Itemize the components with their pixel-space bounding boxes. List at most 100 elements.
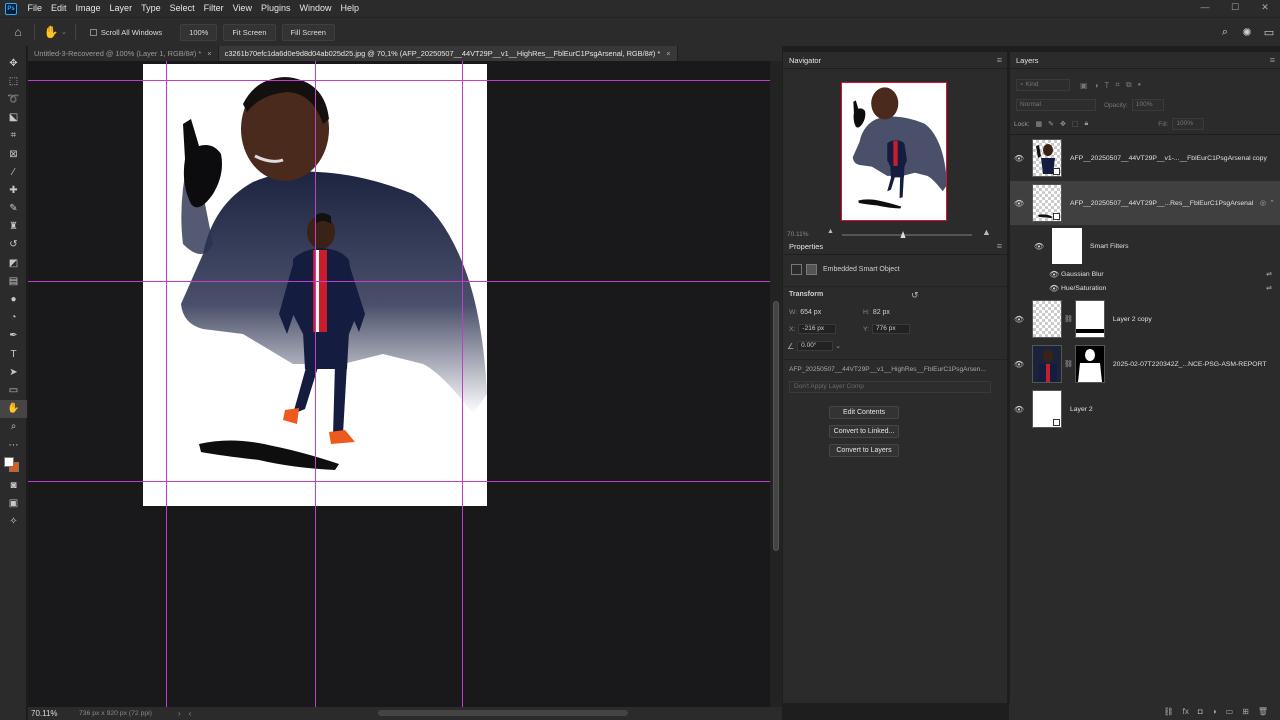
close-tab-icon[interactable]: × [666,49,670,58]
navigator-title[interactable]: Navigator [789,56,821,65]
filter-name[interactable]: Hue/Saturation [1061,285,1106,292]
menu-help[interactable]: Help [336,0,364,17]
visibility-eye-icon[interactable]: 👁︎ [1010,315,1028,324]
panel-menu-icon[interactable]: ≡ [997,52,1002,69]
visibility-eye-icon[interactable]: 👁︎ [1010,199,1028,208]
navigator-view-box[interactable] [841,82,947,221]
screen-mode-icon[interactable]: ▣ [0,494,27,512]
move-tool-icon[interactable]: ✥ [0,54,27,72]
layer-mask-thumbnail[interactable] [1074,300,1105,338]
navigator-zoom-value[interactable]: 70.11% [787,231,819,238]
canvas-area[interactable] [28,61,770,707]
minimize-icon[interactable]: — [1190,0,1220,17]
link-icon[interactable]: ⛓︎ [1064,360,1073,368]
close-icon[interactable]: ✕ [1250,0,1280,17]
menu-window[interactable]: Window [295,0,336,17]
blur-tool-icon[interactable]: ● [0,290,27,308]
filter-kind-select[interactable]: ⌕ Kind [1016,79,1070,91]
zoom-100-button[interactable]: 100% [180,23,218,41]
link-icon[interactable]: ⛓︎ [1064,315,1073,323]
width-value[interactable]: 654 px [800,309,821,316]
adjustment-layer-icon[interactable]: ◑ [1212,707,1217,716]
rectangle-tool-icon[interactable]: ▭ [0,381,27,399]
smart-object-icon[interactable] [806,264,817,275]
filter-options-icon[interactable]: ⇌ [1266,284,1272,292]
layer-row-selected[interactable]: 👁︎ AFP__20250507__44VT29P__...Res__FblEu… [1010,181,1280,225]
more-tools-icon[interactable]: ⋯ [0,436,27,454]
crop-tool-icon[interactable]: ⌗ [0,127,27,145]
menu-layer[interactable]: Layer [105,0,137,17]
generative-icon[interactable]: ✧ [0,513,27,531]
chevron-down-icon[interactable]: ⌄ [835,342,841,350]
object-select-tool-icon[interactable]: ⬕ [0,109,27,127]
workspace-icon[interactable]: ▭ [1258,26,1280,39]
layer-row[interactable]: 👁︎ ⛓︎ 2025-02-07T220342Z_...NCE-PSG-ASM-… [1010,342,1280,386]
lock-position-icon[interactable]: ✥ [1060,120,1066,128]
scroll-all-windows-checkbox[interactable]: Scroll All Windows [89,28,162,37]
convert-to-layers-button[interactable]: Convert to Layers [829,444,899,457]
foreground-color-swatch[interactable] [4,457,14,468]
filter-options-icon[interactable]: ⇌ [1266,270,1272,278]
navigator-zoom-slider[interactable] [842,231,972,239]
layer-mask-thumbnail[interactable] [1074,345,1105,383]
reset-transform-icon[interactable]: ↺ [911,290,919,301]
layers-title[interactable]: Layers [1016,56,1039,65]
lock-artboard-icon[interactable]: ⬚ [1072,120,1079,128]
guide-vertical[interactable] [315,61,316,707]
x-input[interactable]: -216 px [798,324,837,334]
lasso-tool-icon[interactable]: ➰ [0,90,27,108]
menu-type[interactable]: Type [137,0,166,17]
color-swatches[interactable] [0,454,27,476]
guide-vertical[interactable] [462,61,463,707]
zoom-in-icon[interactable]: ▲ [982,227,991,237]
guide-horizontal[interactable] [28,481,770,482]
layer-thumbnail[interactable] [1032,184,1062,222]
chevron-left-icon[interactable]: ‹ [189,709,192,718]
layer-thumbnail[interactable] [1032,390,1062,428]
pen-tool-icon[interactable]: ✒ [0,327,27,345]
lock-transparent-icon[interactable]: ▦ [1036,120,1043,128]
clone-stamp-tool-icon[interactable]: ♜ [0,218,27,236]
collapse-icon[interactable]: ⌃ [1269,199,1275,207]
healing-brush-tool-icon[interactable]: ✚ [0,181,27,199]
height-value[interactable]: 82 px [873,309,890,316]
add-mask-icon[interactable]: ◘ [1198,707,1203,716]
quick-mask-icon[interactable]: ◙ [0,476,27,494]
image-filter-icon[interactable]: ▣ [1080,81,1088,90]
history-brush-tool-icon[interactable]: ↺ [0,236,27,254]
opacity-input[interactable]: 100% [1131,99,1164,111]
eraser-tool-icon[interactable]: ◩ [0,254,27,272]
layer-properties-icon[interactable] [791,264,802,275]
close-tab-icon[interactable]: × [207,49,211,58]
filter-row-hue-saturation[interactable]: 👁︎ Hue/Saturation ⇌ [1010,281,1280,295]
smart-filters-row[interactable]: 👁︎ Smart Filters [1010,226,1280,266]
vertical-scrollbar[interactable] [770,61,782,707]
layer-name[interactable]: Layer 2 copy [1113,316,1152,323]
new-layer-icon[interactable]: ⊞ [1242,707,1249,716]
filter-row-gaussian-blur[interactable]: 👁︎ Gaussian Blur ⇌ [1010,267,1280,281]
fill-input[interactable]: 100% [1172,118,1205,130]
guide-horizontal[interactable] [28,281,770,282]
hand-tool-icon[interactable]: ✋ [0,399,27,418]
convert-to-linked-button[interactable]: Convert to Linked... [829,425,899,438]
panel-menu-icon[interactable]: ≡ [997,238,1002,255]
zoom-tool-icon[interactable]: ⌕ [0,418,27,436]
menu-edit[interactable]: Edit [47,0,72,17]
link-layers-icon[interactable]: ⛓︎ [1164,707,1174,716]
properties-title[interactable]: Properties [789,242,823,251]
visibility-eye-icon[interactable]: 👁︎ [1030,242,1048,251]
type-tool-icon[interactable]: T [0,345,27,363]
marquee-tool-icon[interactable]: ⬚ [0,72,27,90]
layer-name[interactable]: AFP__20250507__44VT29P__v1-...__FblEurC1… [1070,155,1267,162]
hand-tool-icon[interactable]: ✋ [43,24,59,40]
navigator-thumbnail[interactable] [841,82,947,221]
brush-tool-icon[interactable]: ✎ [0,200,27,218]
menu-view[interactable]: View [228,0,256,17]
checkbox-box[interactable] [89,28,97,36]
tab-active-document[interactable]: c3261b70efc1da6d0e9d8d04ab025d25.jpg @ 7… [218,46,678,61]
layer-row[interactable]: 👁︎ ⛓︎ Layer 2 copy [1010,297,1280,341]
layer-name[interactable]: AFP__20250507__44VT29P__...Res__FblEurC1… [1070,200,1253,207]
type-filter-icon[interactable]: T [1104,81,1109,90]
visibility-eye-icon[interactable]: 👁︎ [1010,360,1028,369]
angle-input[interactable]: 0.00° [797,341,834,351]
